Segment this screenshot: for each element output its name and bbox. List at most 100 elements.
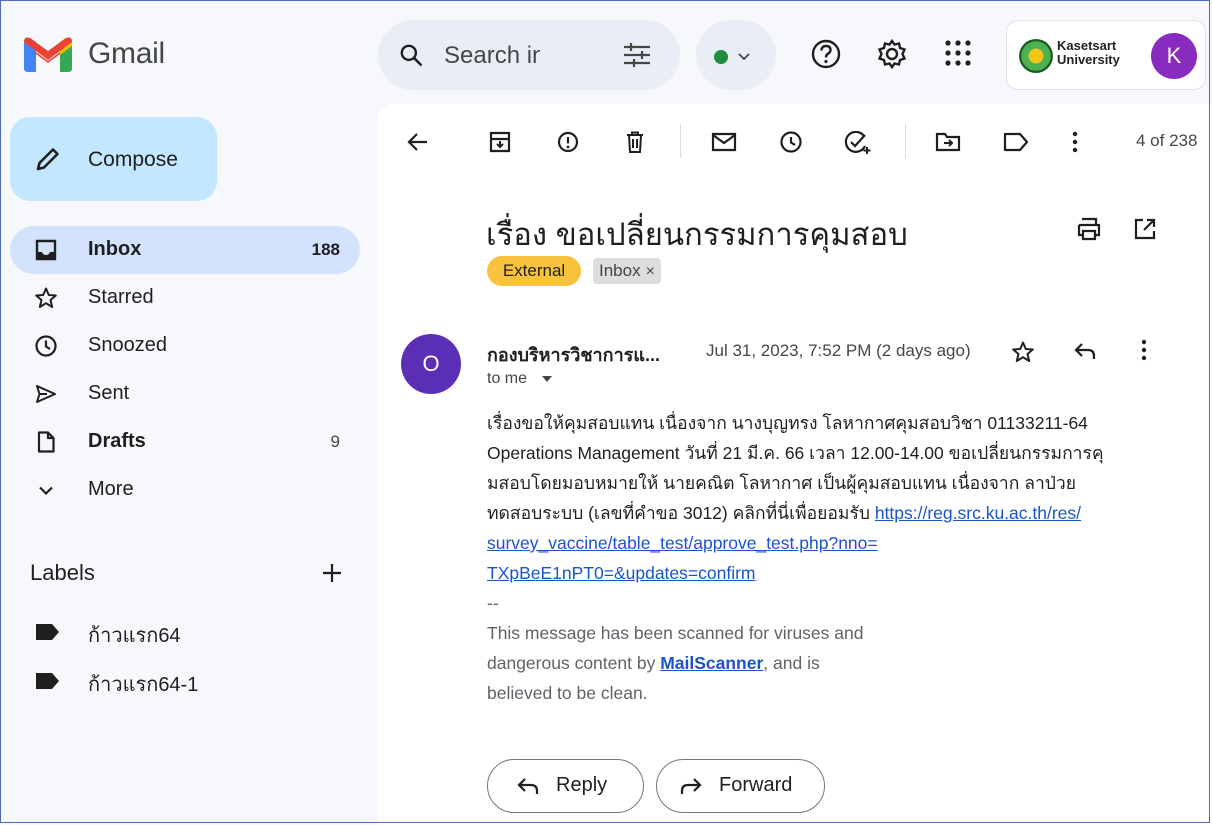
org-line-1: Kasetsart — [1057, 38, 1117, 53]
reply-label: Reply — [556, 774, 608, 796]
caret-down-icon[interactable] — [541, 374, 553, 384]
more-vert-icon[interactable] — [1068, 131, 1082, 153]
avatar[interactable]: K — [1151, 33, 1197, 79]
external-badge: External — [487, 256, 581, 286]
compose-label: Compose — [88, 148, 178, 171]
pencil-icon — [36, 148, 59, 171]
sidebar-item-snoozed[interactable]: Snoozed — [10, 322, 360, 370]
apps-grid-icon[interactable] — [943, 38, 973, 68]
scanner-text: , and is — [763, 653, 820, 673]
sidebar-item-label: Starred — [88, 286, 154, 308]
forward-icon — [680, 778, 702, 794]
body-line: survey_vaccine/table_test/approve_test.p… — [487, 528, 1167, 558]
approval-link[interactable]: https://reg.src.ku.ac.th/res/ — [875, 503, 1081, 523]
org-line-2: University — [1057, 52, 1120, 67]
sidebar-item-label: Snoozed — [88, 334, 167, 356]
label-name: ก้าวแรก64 — [88, 625, 181, 647]
approval-link-cont[interactable]: survey_vaccine/table_test/approve_test.p… — [487, 533, 878, 553]
body-line: เรื่องขอให้คุมสอบแทน เนื่องจาก นางบุญทรง… — [487, 413, 1088, 433]
back-arrow-icon[interactable] — [406, 131, 430, 153]
sidebar-item-label: Sent — [88, 382, 130, 404]
forward-label: Forward — [719, 774, 793, 796]
reply-icon[interactable] — [1073, 341, 1097, 361]
report-spam-icon[interactable] — [556, 131, 580, 153]
label-tag-icon — [36, 673, 59, 689]
active-status-dot — [714, 50, 728, 64]
toolbar-divider — [680, 124, 681, 158]
gmail-wordmark: Gmail — [88, 37, 165, 70]
send-icon — [36, 385, 56, 403]
scanner-notice: dangerous content by MailScanner, and is — [487, 648, 1167, 678]
compose-button[interactable]: Compose — [10, 117, 217, 201]
label-tag-icon — [36, 624, 59, 640]
more-vert-icon[interactable] — [1137, 339, 1151, 361]
inbox-icon — [35, 239, 57, 261]
draft-icon — [37, 431, 55, 453]
message-date: Jul 31, 2023, 7:52 PM (2 days ago) — [706, 341, 971, 360]
sidebar-item-drafts[interactable]: Drafts 9 — [10, 418, 360, 466]
sender-avatar: O — [401, 334, 461, 394]
plus-icon[interactable] — [320, 561, 344, 585]
search-bar[interactable]: Search in mail — [378, 20, 680, 90]
remove-label-icon[interactable]: × — [646, 263, 655, 280]
clock-icon — [35, 335, 57, 357]
gmail-logo[interactable]: Gmail — [24, 36, 165, 72]
body-text: ทดสอบระบบ (เลขที่คำขอ 3012) คลิกที่นี่เพ… — [487, 503, 875, 523]
sidebar-item-label: More — [88, 478, 134, 500]
reply-button[interactable]: Reply — [487, 759, 644, 813]
email-subject: เรื่อง ขอเปลี่ยนกรรมการคุมสอบ — [486, 217, 908, 252]
pagination-count: 4 of 238 — [1136, 131, 1198, 150]
print-icon[interactable] — [1076, 217, 1102, 241]
mailscanner-link[interactable]: MailScanner — [660, 653, 763, 673]
status-indicator[interactable] — [696, 20, 776, 90]
gmail-m-icon — [24, 37, 72, 72]
sidebar-item-more[interactable]: More — [10, 466, 360, 514]
reply-icon — [517, 778, 539, 794]
toolbar-divider — [905, 124, 906, 158]
inbox-label-chip[interactable]: Inbox × — [593, 258, 661, 284]
inbox-chip-label: Inbox — [599, 261, 641, 280]
archive-icon[interactable] — [488, 131, 512, 153]
mark-unread-icon[interactable] — [711, 131, 737, 153]
chevron-down-icon — [738, 53, 750, 61]
star-icon — [35, 287, 57, 308]
snooze-clock-icon[interactable] — [779, 131, 803, 153]
recipients-summary[interactable]: to me — [487, 370, 527, 388]
sidebar-item-sent[interactable]: Sent — [10, 370, 360, 418]
scanner-text: dangerous content by — [487, 653, 661, 673]
forward-button[interactable]: Forward — [656, 759, 825, 813]
sidebar-item-label: Drafts — [88, 430, 146, 452]
sidebar-item-inbox[interactable]: Inbox 188 — [10, 226, 360, 274]
search-input[interactable]: Search in mail — [444, 42, 540, 70]
search-options-icon[interactable] — [622, 42, 652, 68]
organization-name: Kasetsart University — [1057, 39, 1120, 67]
account-switcher[interactable]: Kasetsart University K — [1006, 20, 1206, 90]
open-in-new-window-icon[interactable] — [1133, 217, 1157, 241]
label-icon[interactable] — [1003, 131, 1029, 153]
search-icon[interactable] — [398, 42, 424, 68]
sidebar-item-label: Inbox — [88, 238, 142, 260]
draft-count: 9 — [330, 432, 340, 451]
sidebar-item-starred[interactable]: Starred — [10, 274, 360, 322]
approval-link-cont[interactable]: TXpBeE1nPT0=&updates=confirm — [487, 563, 756, 583]
body-line: TXpBeE1nPT0=&updates=confirm — [487, 558, 1167, 588]
signature-separator: -- — [487, 593, 499, 613]
body-line: ทดสอบระบบ (เลขที่คำขอ 3012) คลิกที่นี่เพ… — [487, 498, 1167, 528]
labels-heading: Labels — [30, 560, 95, 585]
add-task-icon[interactable] — [844, 131, 872, 155]
kasetsart-logo-icon — [1019, 39, 1053, 73]
body-line: Operations Management วันที่ 21 มี.ค. 66… — [487, 443, 1104, 463]
move-to-icon[interactable] — [935, 131, 961, 153]
scanner-notice: believed to be clean. — [487, 683, 648, 703]
label-name: ก้าวแรก64-1 — [88, 674, 199, 696]
unread-count: 188 — [311, 240, 340, 259]
body-line: มสอบโดยมอบหมายให้ นายคณิต โลหากาศ เป็นผู… — [487, 473, 1076, 493]
sender-name[interactable]: กองบริหารวิชาการแ... — [487, 340, 660, 369]
chevron-down-icon — [39, 486, 53, 496]
scanner-notice: This message has been scanned for viruse… — [487, 623, 864, 643]
help-icon[interactable] — [810, 38, 842, 70]
trash-icon[interactable] — [623, 131, 647, 153]
gear-icon[interactable] — [876, 38, 908, 70]
message-body: เรื่องขอให้คุมสอบแทน เนื่องจาก นางบุญทรง… — [487, 408, 1167, 708]
star-icon[interactable] — [1011, 340, 1035, 364]
